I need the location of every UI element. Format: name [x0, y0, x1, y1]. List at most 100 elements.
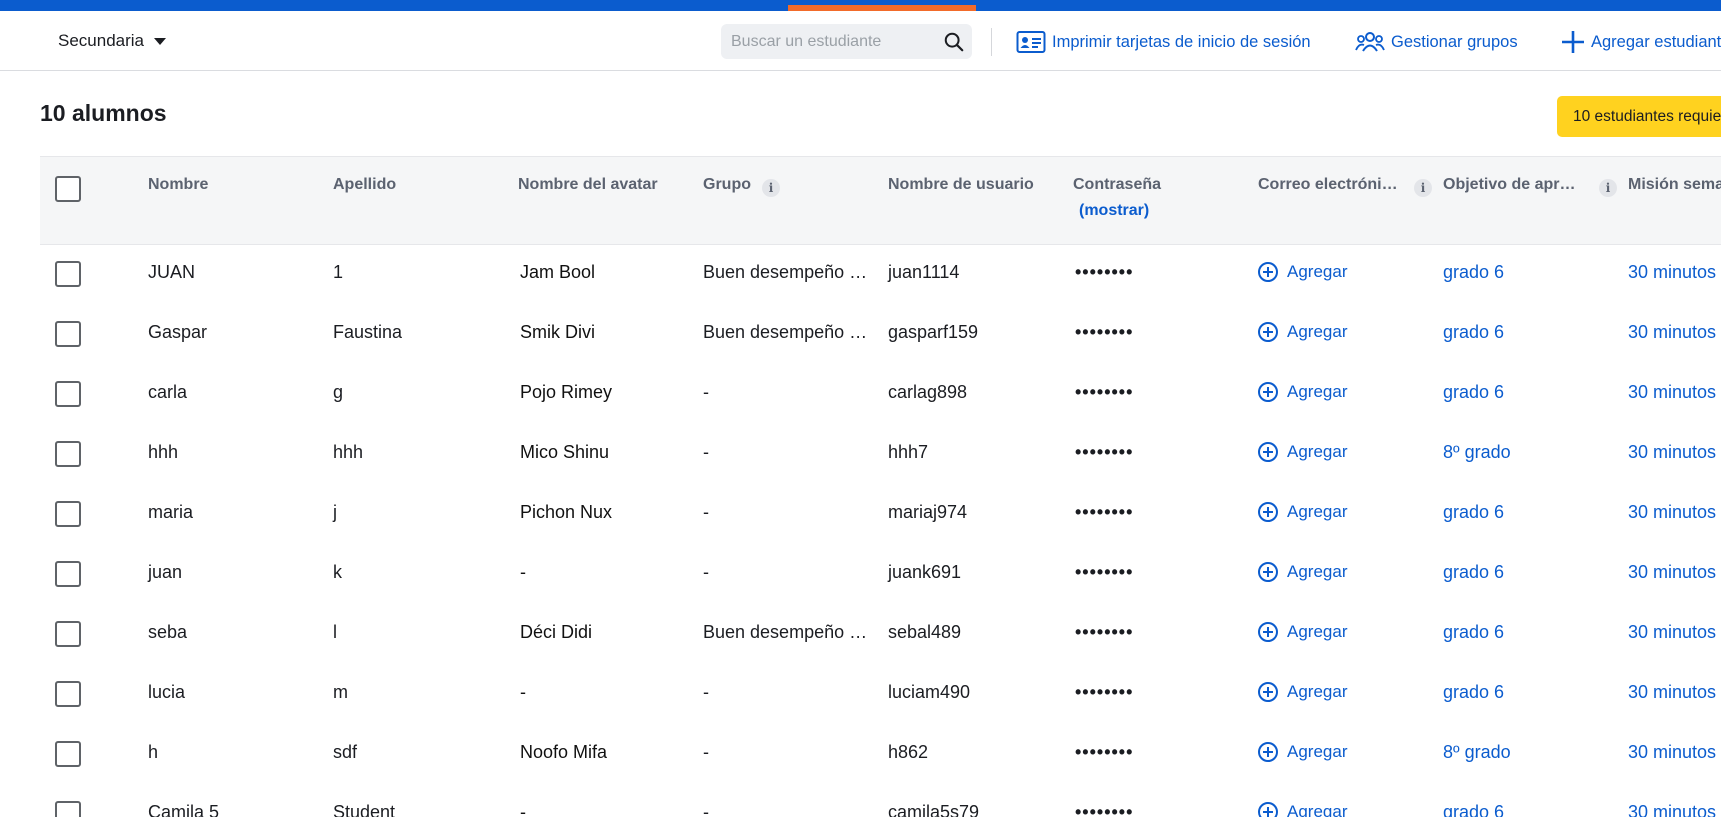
- row-select-checkbox[interactable]: [55, 621, 81, 647]
- learning-goal-info-icon[interactable]: i: [1599, 179, 1617, 197]
- manage-groups-button[interactable]: Gestionar grupos: [1355, 28, 1518, 56]
- circle-plus-icon: [1258, 562, 1278, 582]
- column-header-weekly-mission[interactable]: Misión semanal: [1628, 176, 1721, 194]
- table-row: JUAN 1 Jam Bool Buen desempeño … juan1114 •••…: [40, 245, 1721, 305]
- search-input[interactable]: [721, 24, 926, 59]
- circle-plus-icon: [1258, 682, 1278, 702]
- add-email-label: Agregar: [1287, 262, 1348, 281]
- avatar-name-cell: Pichon Nux: [520, 502, 613, 522]
- avatar-name-cell: Smik Divi: [520, 322, 595, 342]
- group-cell: -: [703, 802, 709, 817]
- weekly-mission-link[interactable]: 30 minutos: [1628, 382, 1716, 403]
- weekly-mission-link[interactable]: 30 minutos: [1628, 502, 1716, 523]
- username-cell: hhh7: [888, 442, 929, 462]
- first-name-cell: lucia: [148, 682, 186, 702]
- username-cell: camila5s79: [888, 802, 980, 817]
- row-select-checkbox[interactable]: [55, 561, 81, 587]
- add-email-button[interactable]: Agregar: [1258, 742, 1347, 762]
- last-name-cell: k: [333, 562, 342, 582]
- row-select-checkbox[interactable]: [55, 381, 81, 407]
- first-name-cell: carla: [148, 382, 188, 402]
- search-icon[interactable]: [943, 31, 965, 53]
- column-header-last-name[interactable]: Apellido: [333, 176, 396, 194]
- column-header-password: Contraseña (mostrar): [1073, 176, 1161, 220]
- add-email-button[interactable]: Agregar: [1258, 442, 1347, 462]
- first-name-cell: Camila 5: [148, 802, 220, 817]
- add-email-button[interactable]: Agregar: [1258, 562, 1347, 582]
- row-select-checkbox[interactable]: [55, 261, 81, 287]
- first-name-cell: h: [148, 742, 159, 762]
- add-email-label: Agregar: [1287, 562, 1348, 581]
- attention-banner[interactable]: 10 estudiantes requieren: [1557, 96, 1721, 137]
- learning-goal-link[interactable]: grado 6: [1443, 562, 1504, 583]
- add-email-button[interactable]: Agregar: [1258, 262, 1347, 282]
- group-cell: -: [703, 382, 709, 402]
- learning-goal-link[interactable]: grado 6: [1443, 262, 1504, 283]
- show-passwords-link[interactable]: (mostrar): [1079, 202, 1161, 220]
- weekly-mission-link[interactable]: 30 minutos: [1628, 682, 1716, 703]
- plus-icon: [1562, 31, 1584, 53]
- table-row: maria j Pichon Nux - mariaj974 •••••••• grado …: [40, 485, 1721, 545]
- last-name-cell: j: [333, 502, 337, 522]
- group-cell: -: [703, 742, 709, 762]
- add-email-button[interactable]: Agregar: [1258, 682, 1347, 702]
- username-cell: carlag898: [888, 382, 968, 402]
- column-header-learning-goal[interactable]: Objetivo de apr…: [1443, 176, 1575, 194]
- grade-level-dropdown[interactable]: Secundaria: [58, 29, 167, 53]
- learning-goal-link[interactable]: grado 6: [1443, 322, 1504, 343]
- weekly-mission-link[interactable]: 30 minutos: [1628, 742, 1716, 763]
- weekly-mission-link[interactable]: 30 minutos: [1628, 442, 1716, 463]
- add-email-label: Agregar: [1287, 682, 1348, 701]
- weekly-mission-link[interactable]: 30 minutos: [1628, 802, 1716, 817]
- password-cell: ••••••••: [1075, 382, 1134, 402]
- last-name-cell: hhh: [333, 442, 364, 462]
- learning-goal-link[interactable]: 8º grado: [1443, 742, 1511, 763]
- add-students-button[interactable]: Agregar estudiantes: [1561, 28, 1721, 56]
- add-email-button[interactable]: Agregar: [1258, 322, 1347, 342]
- group-cell: -: [703, 682, 709, 702]
- row-select-checkbox[interactable]: [55, 801, 81, 817]
- email-info-icon[interactable]: i: [1414, 179, 1432, 197]
- learning-goal-link[interactable]: grado 6: [1443, 802, 1504, 817]
- group-info-icon[interactable]: i: [762, 179, 780, 197]
- add-email-button[interactable]: Agregar: [1258, 802, 1347, 817]
- row-select-checkbox[interactable]: [55, 441, 81, 467]
- add-email-button[interactable]: Agregar: [1258, 622, 1347, 642]
- circle-plus-icon: [1258, 802, 1278, 817]
- add-email-button[interactable]: Agregar: [1258, 502, 1347, 522]
- column-header-first-name[interactable]: Nombre: [148, 176, 208, 194]
- username-cell: h862: [888, 742, 929, 762]
- last-name-cell: Student: [333, 802, 396, 817]
- row-select-checkbox[interactable]: [55, 321, 81, 347]
- add-email-button[interactable]: Agregar: [1258, 382, 1347, 402]
- weekly-mission-link[interactable]: 30 minutos: [1628, 562, 1716, 583]
- select-all-checkbox[interactable]: [55, 176, 81, 202]
- caret-down-icon: [154, 37, 167, 45]
- print-login-cards-button[interactable]: Imprimir tarjetas de inicio de sesión: [1016, 28, 1311, 56]
- row-select-checkbox[interactable]: [55, 501, 81, 527]
- id-card-icon: [1016, 31, 1046, 53]
- first-name-cell: juan: [148, 562, 183, 582]
- password-cell: ••••••••: [1075, 802, 1134, 817]
- learning-goal-link[interactable]: grado 6: [1443, 682, 1504, 703]
- password-cell: ••••••••: [1075, 682, 1134, 702]
- column-header-email[interactable]: Correo electróni…: [1258, 176, 1398, 194]
- table-header: Nombre Apellido Nombre del avatar Grupo …: [40, 156, 1721, 245]
- row-select-checkbox[interactable]: [55, 741, 81, 767]
- learning-goal-link[interactable]: 8º grado: [1443, 442, 1511, 463]
- learning-goal-link[interactable]: grado 6: [1443, 382, 1504, 403]
- learning-goal-link[interactable]: grado 6: [1443, 502, 1504, 523]
- weekly-mission-link[interactable]: 30 minutos: [1628, 322, 1716, 343]
- weekly-mission-link[interactable]: 30 minutos: [1628, 622, 1716, 643]
- learning-goal-link[interactable]: grado 6: [1443, 622, 1504, 643]
- column-header-group[interactable]: Grupo: [703, 176, 751, 194]
- weekly-mission-link[interactable]: 30 minutos: [1628, 262, 1716, 283]
- password-cell: ••••••••: [1075, 322, 1134, 342]
- username-cell: juank691: [888, 562, 962, 582]
- column-header-username[interactable]: Nombre de usuario: [888, 176, 1034, 194]
- column-header-avatar[interactable]: Nombre del avatar: [518, 176, 658, 194]
- avatar-name-cell: -: [520, 802, 526, 817]
- row-select-checkbox[interactable]: [55, 681, 81, 707]
- password-cell: ••••••••: [1075, 742, 1134, 762]
- last-name-cell: 1: [333, 262, 344, 282]
